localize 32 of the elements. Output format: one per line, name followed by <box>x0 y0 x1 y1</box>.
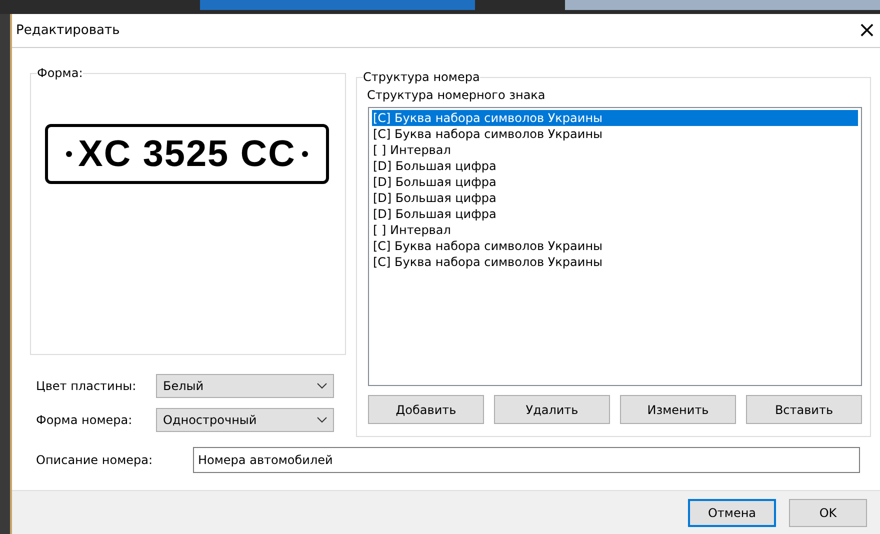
group-legend: Структура номера <box>363 70 480 84</box>
list-item[interactable]: [ ] Интервал <box>372 142 858 158</box>
list-item[interactable]: [C] Буква набора символов Украины <box>372 126 858 142</box>
list-item[interactable]: [D] Большая цифра <box>372 206 858 222</box>
list-label: Структура номерного знака <box>367 88 546 102</box>
close-button[interactable]: × <box>854 16 880 46</box>
description-field[interactable]: Номера автомобилей <box>193 447 860 473</box>
list-item[interactable]: [C] Буква набора символов Украины <box>372 110 858 126</box>
action-button[interactable]: Удалить <box>494 395 610 424</box>
list-item[interactable]: [C] Буква набора символов Украины <box>372 254 858 270</box>
bolt-icon <box>66 151 72 157</box>
list-item[interactable]: [D] Большая цифра <box>372 190 858 206</box>
action-button[interactable]: Изменить <box>620 395 736 424</box>
field-label: Форма номера: <box>36 413 134 427</box>
field-label: Описание номера: <box>36 453 154 467</box>
action-button[interactable]: Добавить <box>368 395 484 424</box>
list-item[interactable]: [C] Буква набора символов Украины <box>372 238 858 254</box>
ok-button[interactable]: OK <box>789 498 867 526</box>
cancel-button[interactable]: Отмена <box>688 498 776 526</box>
plate-color-dropdown[interactable]: Белый <box>156 374 334 398</box>
list-item[interactable]: [D] Большая цифра <box>372 174 858 190</box>
field-label: Цвет пластины: <box>36 379 138 393</box>
action-button[interactable]: Вставить <box>746 395 862 424</box>
group-legend: Форма: <box>37 66 83 80</box>
list-item[interactable]: [D] Большая цифра <box>372 158 858 174</box>
window-title: Редактировать <box>16 23 120 38</box>
bolt-icon <box>302 151 308 157</box>
number-shape-dropdown[interactable]: Однострочный <box>156 408 334 432</box>
chevron-down-icon <box>317 383 327 389</box>
plate-number: XC 3525 CC <box>78 133 296 175</box>
list-item[interactable]: [ ] Интервал <box>372 222 858 238</box>
chevron-down-icon <box>317 417 327 423</box>
